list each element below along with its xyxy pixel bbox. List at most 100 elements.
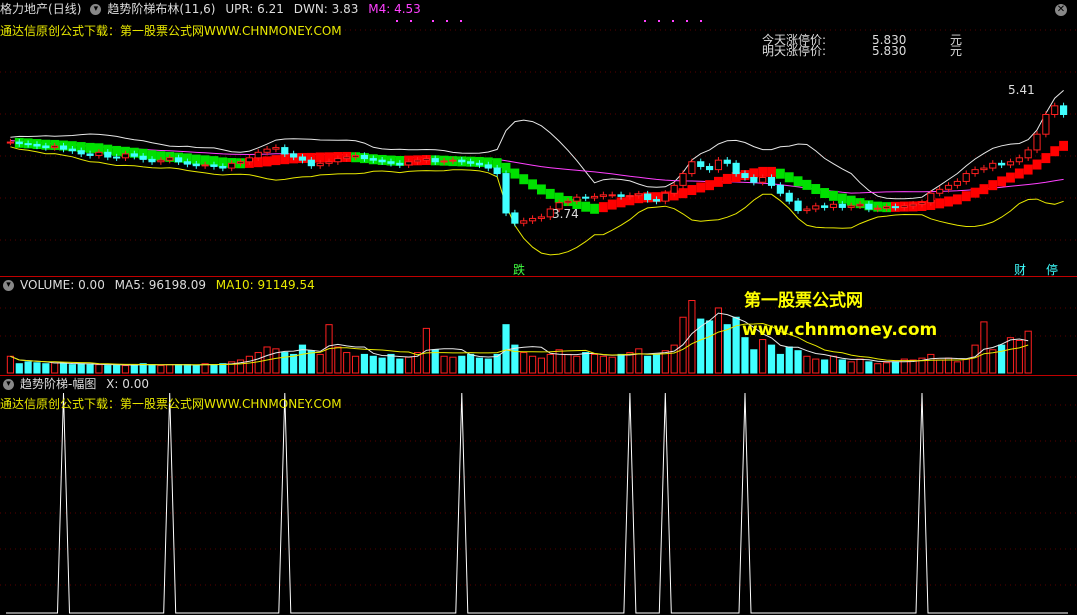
candle-body [502, 173, 510, 214]
volume-bar [192, 365, 200, 374]
signal-dot [396, 20, 398, 22]
ladder-block [979, 184, 989, 195]
ladder-block [271, 155, 281, 166]
volume-bar [245, 355, 253, 374]
tomorrow-unit: 元 [950, 44, 963, 58]
candle-body [254, 151, 262, 159]
candle-body [139, 155, 147, 160]
candle-body [750, 177, 758, 183]
candle-body [192, 163, 200, 167]
volume-bar [307, 350, 315, 374]
main-header: 格力地产(日线) ▾ 趋势阶梯布林(11,6) UPR: 6.21 DWN: 3.8… [0, 0, 427, 18]
candle-body [900, 205, 908, 208]
volume-bar [360, 353, 369, 374]
ladder-block [678, 188, 688, 199]
ladder-block [961, 191, 971, 202]
ladder-block [590, 203, 599, 214]
volume-bar [900, 358, 908, 374]
volume-bar [750, 349, 758, 374]
candle-body [1059, 105, 1068, 116]
ladder-block [935, 198, 945, 209]
settings-icon[interactable]: ▾ [90, 4, 102, 15]
candlestick-chart[interactable] [0, 0, 1077, 276]
close-icon[interactable]: ✕ [1055, 4, 1067, 16]
candle-body [794, 200, 802, 212]
ladder-block [1032, 159, 1042, 170]
volume-bar [334, 346, 342, 374]
candle-body [290, 153, 298, 158]
ladder-block [607, 199, 617, 210]
ladder-block [581, 201, 591, 212]
volume-bar [59, 363, 68, 374]
tomorrow-limit-label: 明天涨停价: [762, 44, 827, 58]
candle-body [918, 202, 926, 205]
candle-body [953, 180, 961, 186]
ladder-block [537, 184, 546, 195]
amplitude-settings-icon[interactable]: ▾ [3, 379, 14, 390]
volume-bar [874, 363, 882, 374]
volume-header: ▾ VOLUME: 0.00 MA5: 96198.09 MA10: 91149.… [0, 276, 321, 294]
signal-dot [410, 20, 412, 22]
stock-name: 格力地产(日线) [0, 2, 82, 16]
m4-value: M4: 4.53 [368, 2, 421, 16]
candle-body [219, 165, 227, 169]
signal-dot [644, 20, 646, 22]
volume-bar [882, 362, 891, 374]
volume-bar [980, 321, 988, 374]
ladder-block [1023, 164, 1033, 175]
volume-bar [829, 355, 838, 374]
ladder-amplitude-panel[interactable]: ▾ 趋势阶梯-幅图 X: 0.00 通达信原创公式下载：第一股票公式网WWW.CH… [0, 375, 1077, 615]
candle-body [971, 169, 979, 175]
main-price-panel[interactable]: 格力地产(日线) ▾ 趋势阶梯布林(11,6) UPR: 6.21 DWN: 3.8… [0, 0, 1077, 277]
candle-body [847, 205, 855, 208]
ladder-block [775, 168, 785, 179]
candle-body [183, 161, 192, 165]
volume-bar [617, 353, 625, 374]
candle-body [590, 195, 599, 199]
volume-bar [652, 353, 661, 374]
volume-bar [537, 357, 546, 374]
volume-bar [68, 364, 76, 374]
candle-body [369, 158, 377, 161]
ladder-block [510, 168, 520, 179]
volume-bar [24, 361, 32, 374]
volume-bar [741, 337, 749, 374]
volume-bar [316, 353, 324, 374]
x-value: X: 0.00 [106, 377, 149, 391]
candle-body [989, 162, 997, 169]
ladder-block [970, 187, 980, 198]
candle-body [670, 184, 678, 194]
candle-body [42, 145, 50, 149]
candle-body [467, 161, 475, 164]
volume-bar [847, 361, 855, 374]
candle-body [493, 167, 501, 175]
candle-body [113, 156, 121, 159]
candle-body [484, 164, 492, 169]
candle-body [582, 196, 590, 199]
volume-bar [369, 355, 377, 374]
volume-settings-icon[interactable]: ▾ [3, 280, 14, 291]
volume-bar [528, 355, 537, 374]
volume-bar [51, 362, 59, 374]
watermark-cn: 第一股票公式网 [744, 291, 863, 311]
candle-body [1051, 105, 1059, 116]
candle-body [298, 156, 307, 161]
indicator-name: 趋势阶梯布林(11,6) [107, 2, 216, 16]
ma5-value: MA5: 96198.09 [114, 278, 206, 292]
ladder-block [687, 185, 697, 196]
candle-body [343, 156, 351, 160]
volume-bar [281, 352, 289, 374]
candle-body [829, 203, 838, 208]
dwn-value: DWN: 3.83 [293, 2, 359, 16]
volume-bar [998, 344, 1006, 374]
volume-bar [546, 353, 554, 374]
volume-bar [6, 355, 15, 374]
amplitude-indicator: 趋势阶梯-幅图 [20, 377, 97, 391]
ladder-block [714, 176, 723, 187]
candle-body [351, 154, 360, 158]
candle-body [360, 154, 369, 160]
volume-bar [785, 346, 793, 374]
candle-body [936, 188, 944, 194]
ladder-block [997, 176, 1007, 187]
candle-body [15, 141, 23, 145]
